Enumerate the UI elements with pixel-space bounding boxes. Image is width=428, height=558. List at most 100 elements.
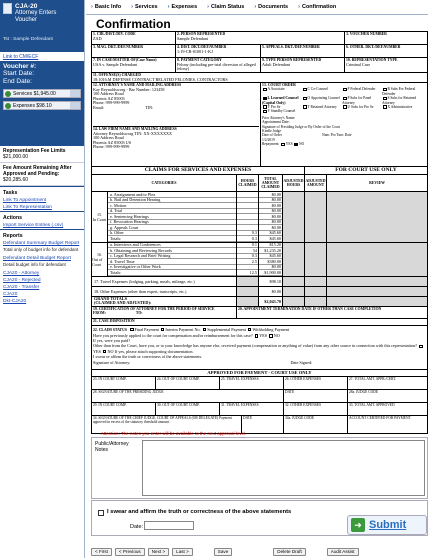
form-cell: 19. CERTIFICATION OF ATTORNEY FOR THE PE… [92, 306, 237, 318]
first-button[interactable]: < First [91, 547, 112, 556]
category-row: Totals: [108, 236, 236, 242]
app-title-line2: Voucher [15, 16, 38, 23]
link-to-cmecf[interactable]: Link to CM/ECF [0, 52, 84, 61]
report-detail-budget[interactable]: Defendant Detail Budget Report [0, 255, 84, 262]
services-amount[interactable]: Services $1,945.00 [3, 89, 81, 98]
form-row: 21. CASE DISPOSITION [92, 319, 427, 326]
form-row: 34. SIGNATURE OF THE CHIEF JUDGE, COURT … [92, 415, 427, 433]
form-cell: ACCOUNT CERTIFIED FOR PAYMENT [349, 415, 411, 420]
expenses-amount[interactable]: Expenses $98.10 [3, 101, 81, 110]
cja20-form: 1. CIR./DIST./DIV. CODE ZAD 2. PERSON REP… [91, 31, 428, 434]
form-cell: 32. OTHER EXPENSES [284, 402, 348, 415]
form-cell: 7. IN CASE/MATTER OF(Case Name) USA v. Sa… [92, 58, 176, 72]
form-row: 23. IN COURT COMP. 24. OUT OF COURT COMP… [92, 376, 427, 390]
form-cell: 9. TYPE PERSON REPRESENTED Adult Defendan… [261, 58, 345, 72]
form-cell: 8. PAYMENT CATEGORY Felony (including pre… [176, 58, 261, 72]
approved-band: APPROVED FOR PAYMENT - COURT USE ONLY [92, 369, 427, 377]
notes-label: Public/Attorney Notes [95, 441, 129, 453]
voucher-number-label: Voucher #: [3, 63, 37, 70]
save-button[interactable]: Save [213, 547, 233, 556]
defendant-subtitle: Tst : Sample Defendant [3, 37, 53, 42]
form-cell: 10. REPRESENTATION TYPE Criminal Case [346, 58, 398, 67]
category-row: Totals: [108, 270, 236, 276]
notes-panel: Public/Attorney Notes [91, 437, 428, 499]
report-cja20-rejected[interactable]: CJA20 - Rejected [0, 277, 84, 284]
form-cell: 3. VOUCHER NUMBER [346, 32, 387, 36]
date-field[interactable] [144, 521, 194, 530]
form-row: 28. SIGNATURE OF THE PRESIDING JUDGE DAT… [92, 389, 427, 403]
section-15: 15. In Court a. Arraignment and/or Plea b.… [92, 192, 427, 243]
form-cell: 28. SIGNATURE OF THE PRESIDING JUDGE [92, 389, 284, 402]
section-18: 18. Other Expenses (other than expert, t… [92, 286, 427, 297]
form-row: 3. MAG. DKT./DEF.NUMBER 4. DIST. DKT./DE… [92, 45, 427, 58]
claims-band: CLAIMS FOR SERVICES AND EXPENSES FOR COU… [92, 167, 427, 175]
swear-statement: I swear and affirm the truth or correctn… [107, 509, 292, 515]
last-button[interactable]: Last > [172, 547, 193, 556]
form-cell: 26. OTHER EXPENSES [284, 376, 348, 389]
end-date-label: End Date: [3, 78, 32, 85]
submit-button[interactable]: ➜ Submit [347, 515, 427, 535]
form-cell: 2. PERSON REPRESENTED Sample Defendant [176, 32, 345, 44]
form-row: 7. IN CASE/MATTER OF(Case Name) USA v. Sa… [92, 58, 427, 73]
form-cell: 20. APPOINTMENT TERMINATION DATE IF OTHE… [238, 306, 382, 311]
submit-icon: ➜ [351, 518, 365, 532]
link-to-representation[interactable]: Link To Representation [0, 204, 84, 211]
swear-panel: I swear and affirm the truth or correctn… [91, 500, 428, 536]
attorney-section: 12. ATTORNEY'S NAME AND MAILING ADDRESS … [92, 83, 261, 166]
report-cja20-transfer[interactable]: CJA20 - Transfer [0, 284, 84, 291]
form-cell: 33. TOTAL AMT. APPROVED [349, 402, 395, 407]
report-cja20-attorney[interactable]: CJA20 - Attorney [0, 270, 84, 277]
delete-draft-button[interactable]: Delete Draft [273, 547, 306, 556]
link-to-appointment[interactable]: Link To Appointment [0, 197, 84, 204]
form-cell: 3. MAG. DKT./DEF.NUMBER [92, 45, 176, 57]
actions-heading: Actions [0, 211, 84, 222]
form-cell: 23. IN COURT COMP. [92, 376, 156, 389]
grand-totals: GRAND TOTALS (CLAIMED AND ADJUSTED): $2,0… [92, 296, 427, 307]
form-cell: 31. TRAVEL EXPENSES [220, 402, 284, 415]
sidebar: CJA-20 Attorney Enters Voucher Tst : Sam… [0, 0, 85, 558]
sidebar-header: CJA-20 Attorney Enters Voucher Tst : Sam… [0, 0, 84, 52]
claim-status: 22. CLAIM STATUS Final Payment Interim P… [92, 326, 427, 370]
money-icon [5, 90, 11, 97]
columns-header: CATEGORIES HOURS CLAIMED TOTAL AMOUNT CL… [92, 175, 427, 192]
swear-checkbox[interactable] [98, 510, 104, 516]
form-cell: 34a. JUDGE CODE [284, 415, 348, 433]
hours-cell: 12.5 [237, 270, 258, 276]
form-cell: 4. DIST. DKT./DEF.NUMBER 1:19-CR-01001-1-… [176, 45, 261, 57]
bottom-button-bar: < First < Previous Next > Last > Save De… [86, 546, 428, 557]
form-cell: 34. SIGNATURE OF THE CHIEF JUDGE, COURT … [92, 415, 242, 433]
form-cell: 5. APPEALS. DKT./DEF.NUMBER [261, 45, 345, 57]
form-row: 1. CIR./DIST./DIV. CODE ZAD 2. PERSON REP… [92, 32, 427, 45]
tab-expenses[interactable]: › Expenses [163, 4, 203, 10]
hours-cell: 0.3 [237, 236, 258, 242]
tasks-heading: Tasks [0, 186, 84, 197]
form-cell: 21. CASE DISPOSITION [93, 318, 135, 323]
report-summary-budget[interactable]: Defendant Summary Budget Report [0, 240, 84, 247]
wizard-tabs: › Basic Info › Services › Expenses › Claim S… [86, 0, 428, 15]
form-row: 11. OFFENSE(S) CHARGED 18:1016.M DEFENSE … [92, 73, 427, 83]
tab-claim-status[interactable]: › Claim Status [202, 4, 249, 10]
tab-confirmation[interactable]: › Confirmation [293, 4, 341, 10]
report-cja20[interactable]: CJA20 [0, 291, 84, 298]
court-order-section: 13. COURT ORDER A Associate C Co-Counsel… [262, 83, 417, 147]
expand-icon [70, 102, 80, 109]
tab-documents[interactable]: › Documents [249, 4, 293, 10]
form-cell: 28a. JUDGE CODE [349, 389, 379, 394]
date-label: Date: [130, 524, 144, 530]
tab-services[interactable]: › Services [126, 4, 162, 10]
report-dkt-cja20[interactable]: Dkt-CJA20 [0, 298, 84, 305]
import-service-entries[interactable]: Import Service Entries (.csv) [0, 222, 84, 229]
report-note: Detail budget info for defendant [3, 262, 66, 267]
form-cell: 6. OTHER. DKT./DEF.NUMBER [346, 45, 401, 49]
start-date-label: Start Date: [3, 70, 35, 77]
notes-textarea[interactable] [142, 440, 425, 496]
next-button[interactable]: Next > [147, 547, 170, 556]
tab-basic-info[interactable]: › Basic Info [86, 4, 126, 10]
previous-button[interactable]: < Previous [114, 547, 145, 556]
section-16: 16. Out of Court a. Interviews and Confer… [92, 242, 427, 277]
form-cell: 27. TOTAL AMT. APPR./CERT. [349, 376, 397, 381]
attention-notice: Attention: The notes you enter will be a… [100, 431, 247, 436]
form-row: 29. IN COURT COMP. 30. OUT OF COURT COMP… [92, 402, 427, 416]
app-title-line1: Attorney Enters [15, 10, 57, 16]
audit-assist-button[interactable]: Audit Assist [326, 547, 359, 556]
